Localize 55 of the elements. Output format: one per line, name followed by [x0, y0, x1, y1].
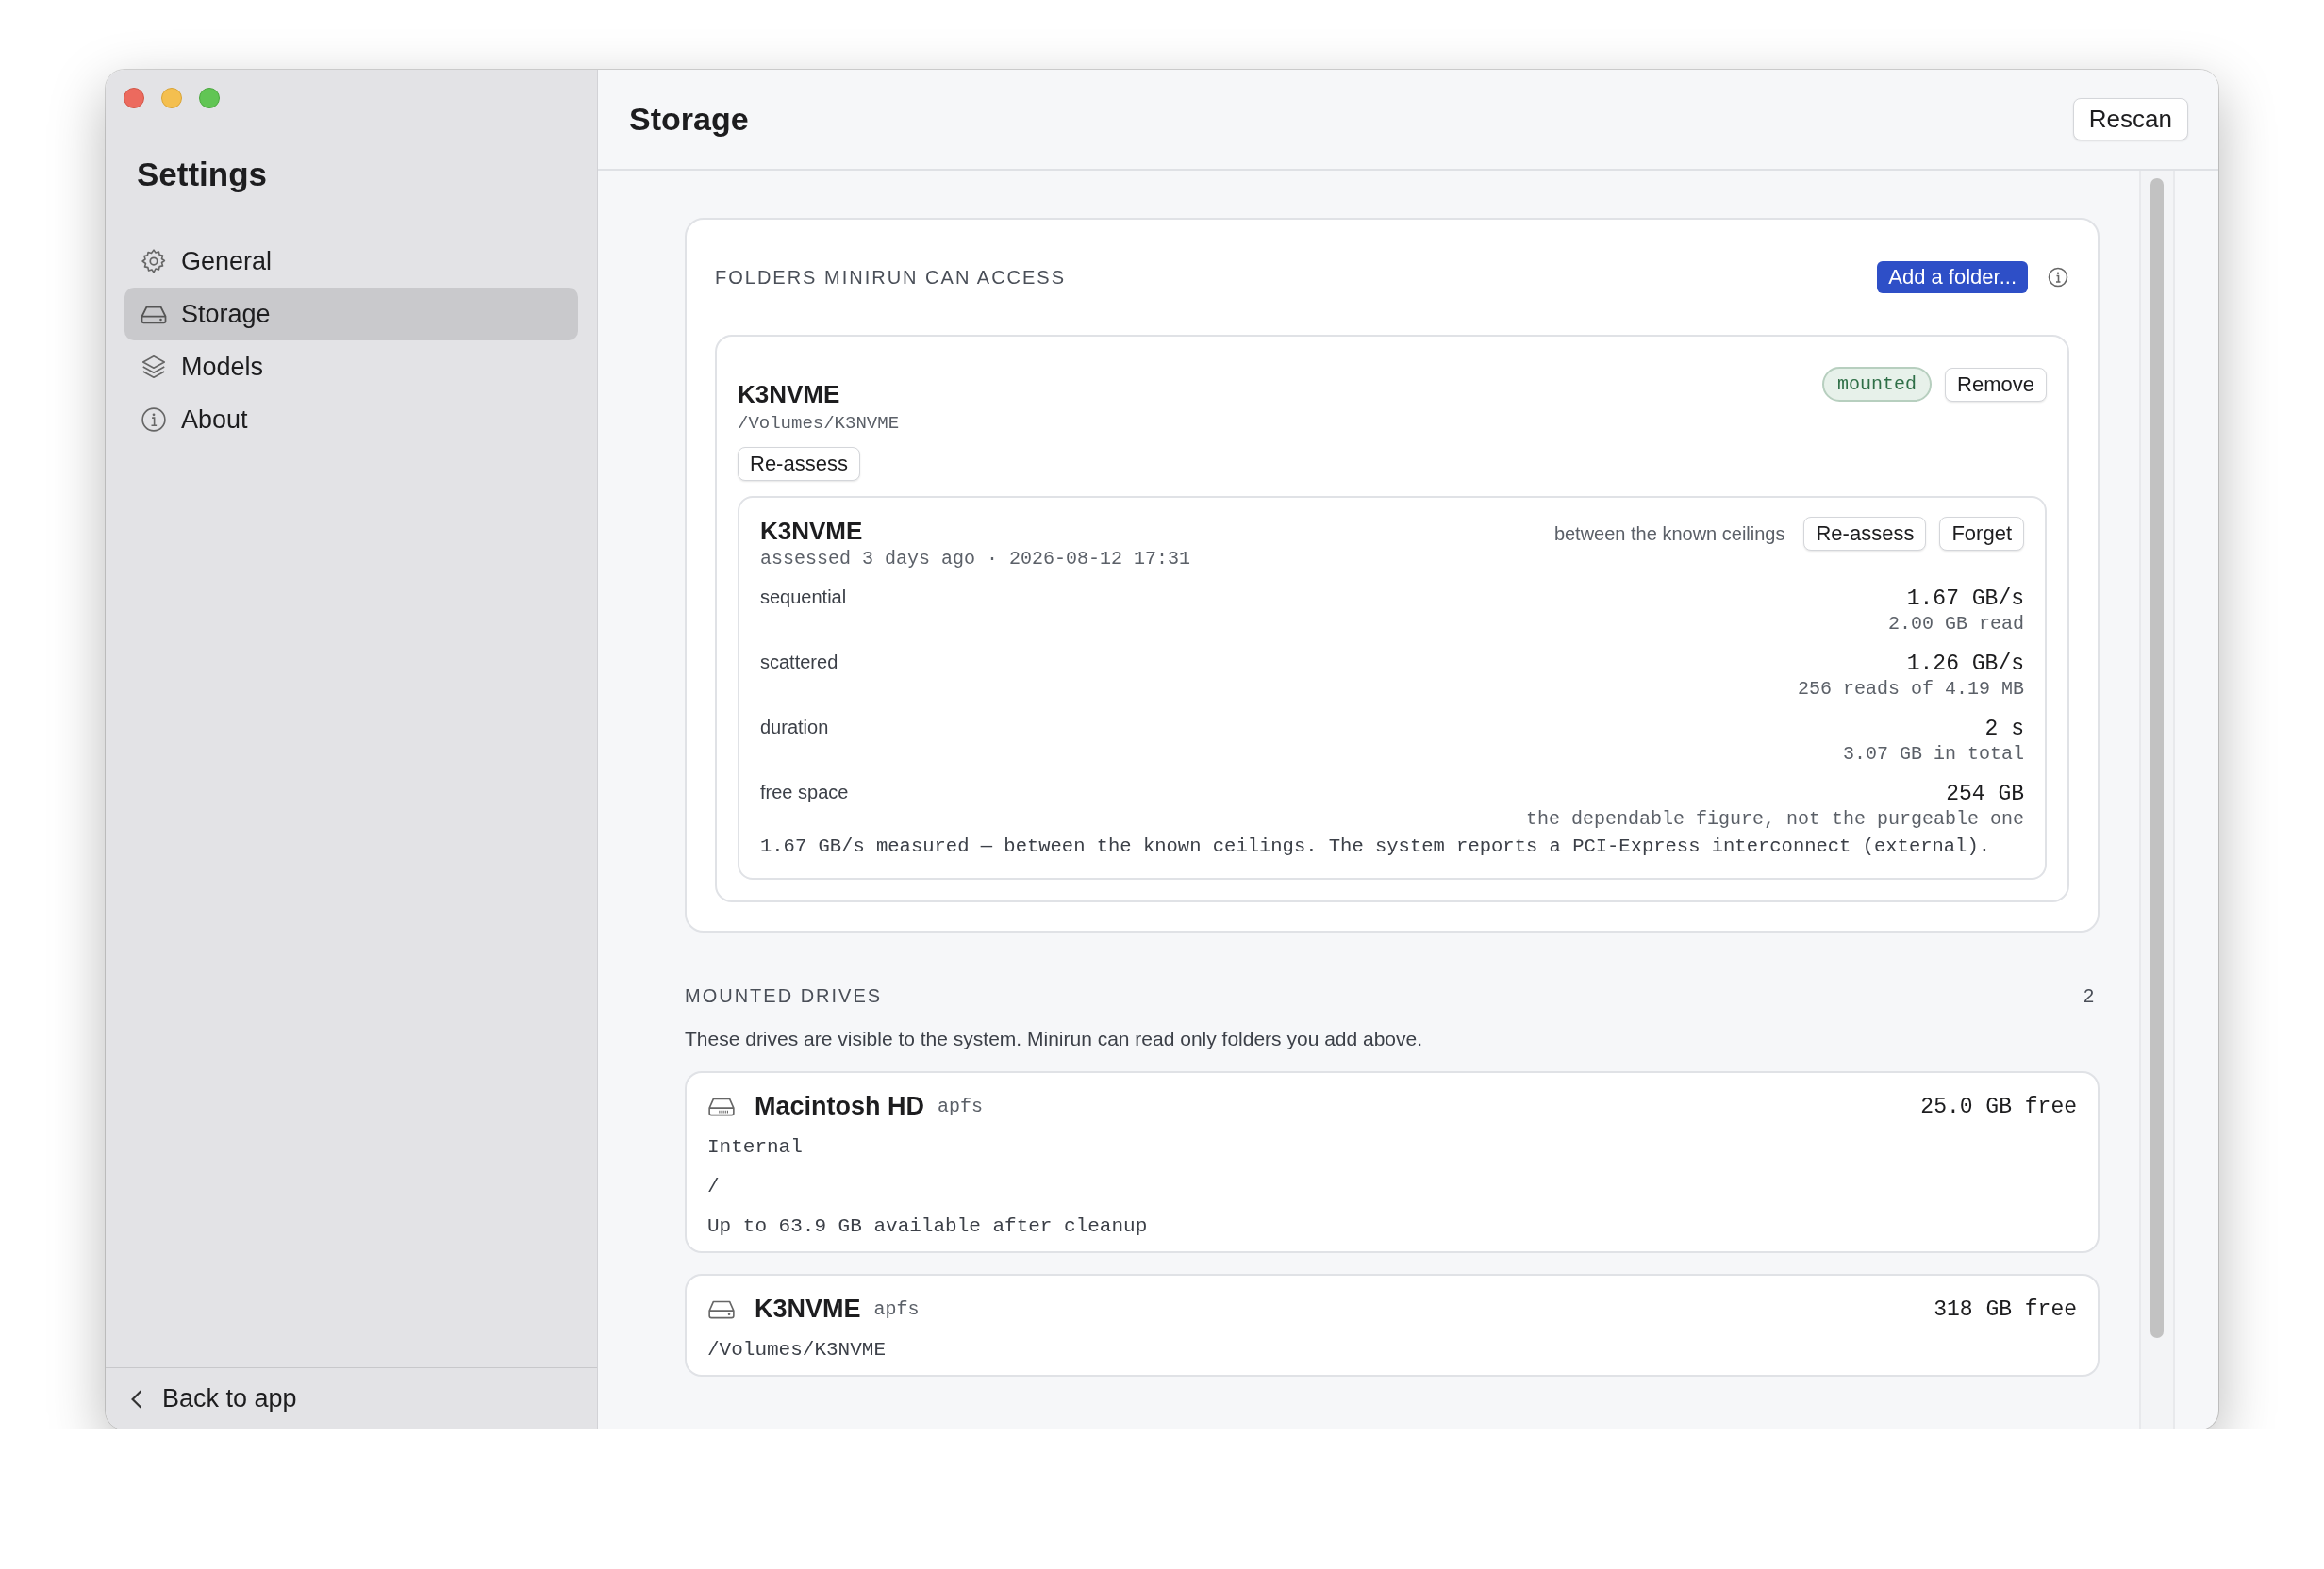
metric-detail: 2.00 GB read	[1887, 613, 2024, 635]
drive-detail: Up to 63.9 GB available after cleanup	[707, 1214, 1149, 1239]
section-heading: MOUNTED DRIVES	[685, 985, 883, 1007]
metric-value: 1.67 GB/s	[1906, 586, 2024, 611]
metric-detail: 3.07 GB in total	[1842, 743, 2024, 765]
assessed-time: assessed 3 days ago · 2026-08-12 17:31	[760, 548, 1191, 570]
metric-detail: the dependable figure, not the purgeable one	[1525, 808, 2024, 830]
drive-count: 2	[2083, 985, 2095, 1007]
layers-icon	[140, 353, 168, 381]
metric-label: scattered	[760, 652, 838, 674]
folder-name: K3NVME	[738, 380, 841, 409]
drive-name: K3NVME	[760, 517, 864, 546]
metric-detail: 256 reads of 4.19 MB	[1797, 678, 2024, 700]
metric-label: duration	[760, 717, 829, 739]
gear-icon	[140, 247, 168, 275]
scrollbar[interactable]	[2139, 171, 2175, 1429]
section-heading: FOLDERS MINIRUN CAN ACCESS	[715, 266, 1067, 289]
metric-value: 254 GB	[1946, 782, 2024, 806]
metric-label: free space	[760, 782, 849, 804]
sidebar-item[interactable]: General	[124, 235, 578, 288]
metric-label: sequential	[760, 586, 847, 609]
free-space: 318 GB free	[1934, 1296, 2077, 1322]
info-icon[interactable]	[2047, 266, 2069, 289]
verdict-text: between the known ceilings	[1553, 522, 1785, 545]
metric-value: 1.26 GB/s	[1906, 652, 2024, 676]
metric-value: 2 s	[1984, 717, 2024, 741]
status-badge: mounted	[1822, 367, 1933, 402]
drive-name: K3NVME	[755, 1295, 861, 1324]
drive-detail: /	[707, 1175, 721, 1199]
close-button[interactable]	[124, 88, 144, 108]
reassess-button[interactable]: Re-assess	[738, 447, 860, 481]
info-icon	[140, 405, 168, 434]
summary-text: 1.67 GB/s measured — between the known ceilings. The system reports a PCI-Express interconnect (external).	[760, 835, 1991, 857]
zoom-button[interactable]	[199, 88, 220, 108]
folder-path: /Volumes/K3NVME	[738, 413, 900, 434]
rescan-button[interactable]: Rescan	[2072, 98, 2188, 140]
minimize-button[interactable]	[161, 88, 182, 108]
drive-detail: /Volumes/K3NVME	[707, 1338, 888, 1363]
remove-button[interactable]: Remove	[1945, 367, 2047, 402]
sidebar-item[interactable]: Models	[124, 340, 578, 393]
drive-name: Macintosh HD	[755, 1092, 924, 1121]
add-folder-button[interactable]: Add a folder...	[1877, 261, 2028, 293]
drives-note: These drives are visible to the system. Minirun can read only folders you add above.	[685, 1028, 1424, 1050]
sidebar-item[interactable]: Storage	[124, 288, 578, 340]
page-title: Storage	[629, 101, 749, 138]
back-link[interactable]: Back to app	[130, 1384, 297, 1413]
free-space: 25.0 GB free	[1920, 1094, 2077, 1119]
drive-detail: Internal	[707, 1135, 804, 1160]
assessment-button[interactable]: Forget	[1939, 517, 2024, 551]
filesystem-label: apfs	[938, 1096, 984, 1117]
filesystem-label: apfs	[873, 1298, 920, 1320]
sidebar-item[interactable]: About	[124, 393, 578, 446]
chevron-left-icon	[130, 1388, 143, 1410]
assessment-button[interactable]: Re-assess	[1803, 517, 1927, 551]
sidebar-title: Settings	[136, 155, 269, 193]
